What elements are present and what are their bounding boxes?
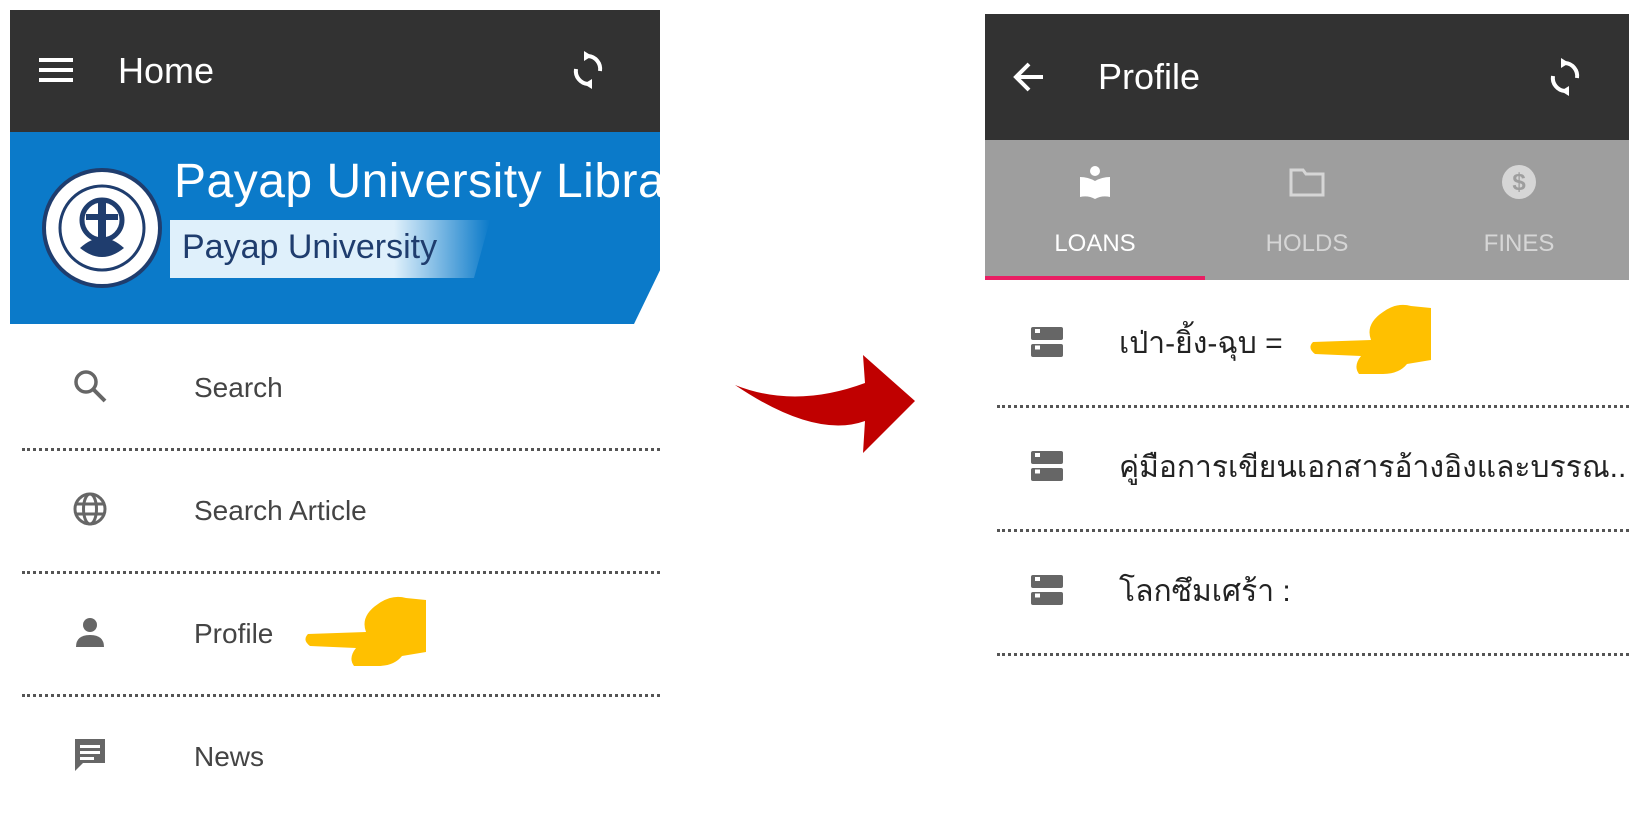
menu-item-label: Search (194, 372, 283, 403)
tab-label: FINES (1483, 230, 1555, 257)
loans-list: เป่า-ยิ้ง-ฉุบ = คู่มือการเขียนเอกสารอ้าง… (997, 284, 1629, 656)
library-subtitle: Payap University (182, 228, 438, 266)
menu-item-label: Profile (194, 618, 274, 649)
back-button[interactable] (1005, 53, 1053, 101)
storage-icon (1031, 575, 1063, 605)
profile-app-bar: Profile (985, 14, 1629, 140)
loan-title: เป่า-ยิ้ง-ฉุบ = (1119, 327, 1283, 360)
storage-icon (1031, 451, 1063, 481)
refresh-button[interactable] (564, 46, 612, 94)
storage-icon (1031, 327, 1063, 357)
menu-item-label: News (194, 741, 265, 772)
main-menu: Search Search Article Profile News (22, 328, 660, 815)
menu-item-search-article[interactable]: Search Article (22, 451, 660, 574)
loan-title: โลกซึมเศร้า : (1119, 575, 1291, 608)
loan-item[interactable]: คู่มือการเขียนเอกสารอ้างอิงและบรรณ... (997, 408, 1629, 532)
menu-item-profile[interactable]: Profile (22, 574, 660, 697)
book-reader-icon (985, 162, 1205, 202)
menu-button[interactable] (32, 46, 80, 94)
svg-text:$: $ (1512, 169, 1526, 196)
menu-item-news[interactable]: News (22, 697, 660, 815)
folder-icon (1197, 162, 1417, 202)
home-screen: Home Payap University Library Payap Univ… (10, 10, 660, 815)
sync-icon (573, 51, 603, 89)
page-title: Home (118, 50, 215, 91)
loan-title: คู่มือการเขียนเอกสารอ้างอิงและบรรณ... (1119, 451, 1629, 484)
menu-item-search[interactable]: Search (22, 328, 660, 451)
loan-item[interactable]: เป่า-ยิ้ง-ฉุบ = (997, 284, 1629, 408)
pointing-hand-icon (1310, 304, 1431, 374)
dollar-circle-icon: $ (1409, 162, 1629, 202)
profile-tab-bar: LOANS HOLDS $ FINES (985, 140, 1629, 280)
tab-active-indicator (985, 276, 1205, 280)
arrow-back-icon (1013, 62, 1043, 92)
tab-holds[interactable]: HOLDS (1197, 140, 1417, 280)
sync-icon (1550, 58, 1580, 96)
profile-screen: Profile LOANS HOLDS $ FINES เป่า-ยิ้ง-ฉุ… (985, 14, 1629, 815)
tab-label: LOANS (1054, 230, 1136, 257)
tab-loans[interactable]: LOANS (985, 140, 1205, 280)
search-icon (70, 366, 110, 406)
tab-fines[interactable]: $ FINES (1409, 140, 1629, 280)
library-banner: Payap University Library Payap Universit… (10, 132, 660, 324)
page-title: Profile (1098, 56, 1201, 97)
person-icon (70, 612, 110, 652)
pointing-hand-icon (305, 596, 426, 666)
transition-arrow-icon (735, 355, 915, 453)
menu-item-label: Search Article (194, 495, 367, 526)
home-app-bar: Home (10, 10, 660, 132)
library-title: Payap University Library (174, 155, 660, 208)
tab-label: HOLDS (1265, 230, 1349, 257)
message-icon (70, 735, 110, 775)
refresh-button[interactable] (1541, 53, 1589, 101)
hamburger-menu-icon (39, 58, 73, 82)
university-seal-logo (42, 168, 162, 288)
loan-item[interactable]: โลกซึมเศร้า : (997, 532, 1629, 656)
globe-icon (70, 489, 110, 529)
